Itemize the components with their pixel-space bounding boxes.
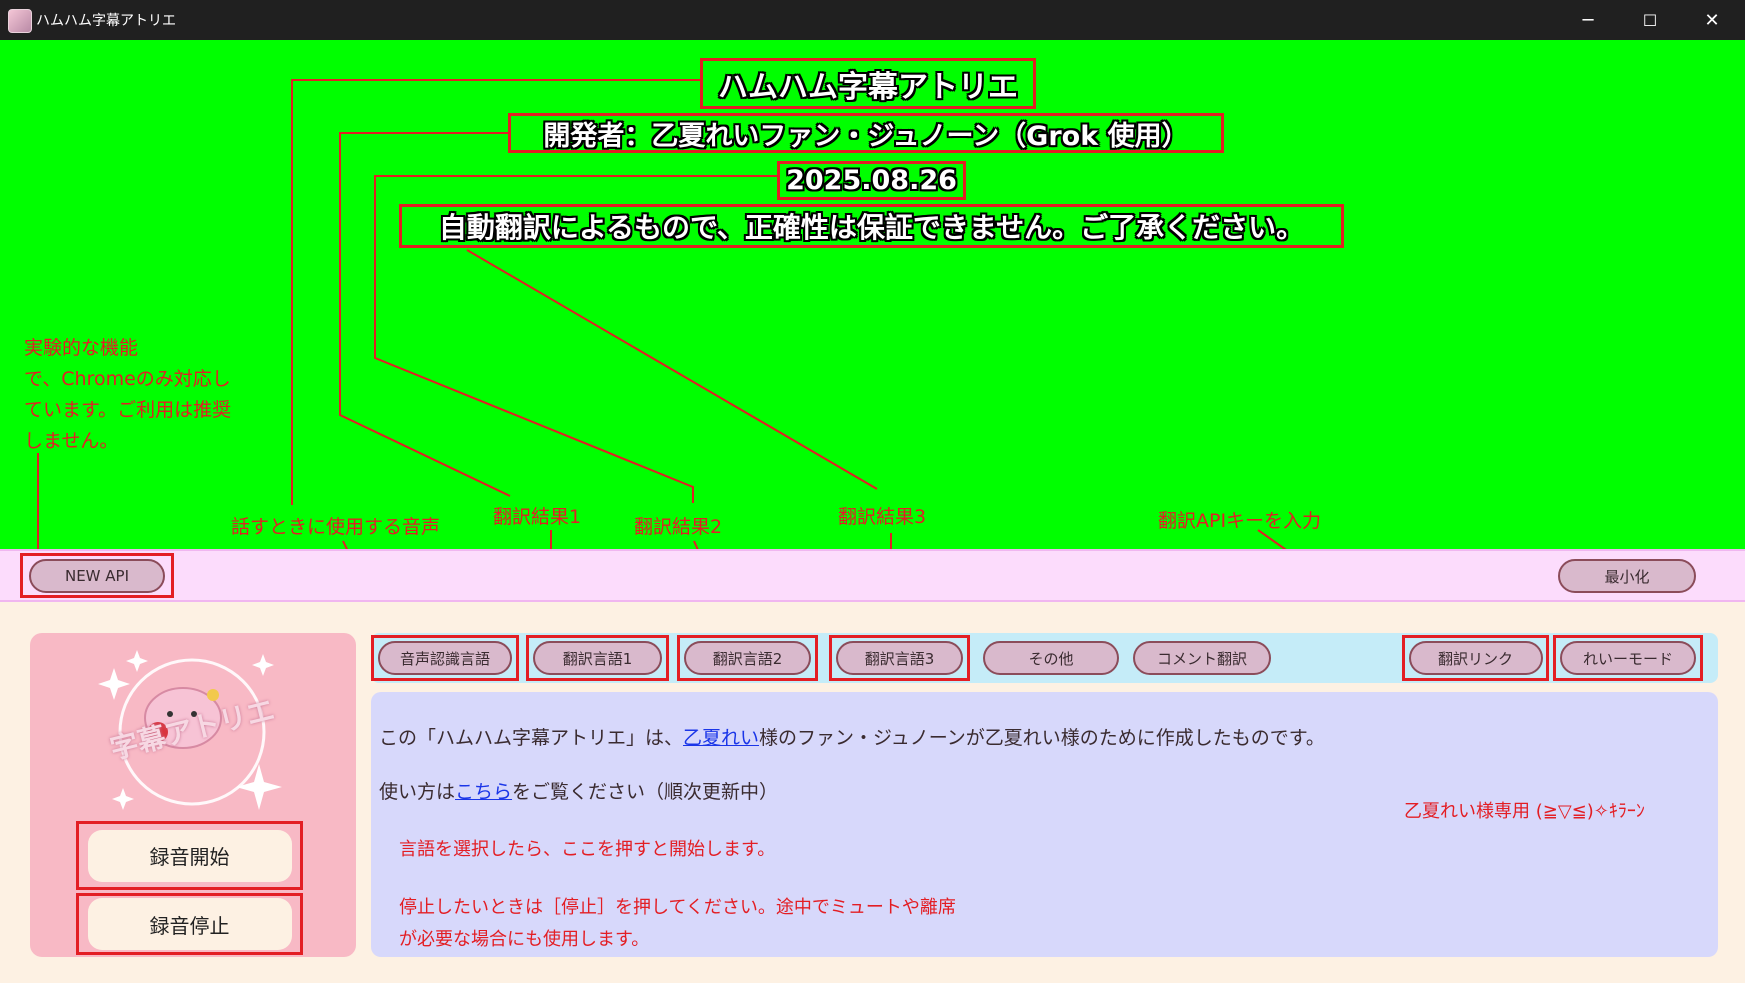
new-api-button[interactable]: NEW API bbox=[29, 558, 165, 593]
tab-highlight: れいーモード bbox=[1553, 635, 1703, 681]
intro-text: この「ハムハム字幕アトリエ」は、乙夏れい様のファン・ジュノーンが乙夏れい様のため… bbox=[379, 723, 1325, 750]
start-hint-note: 言語を選択したら、ここを押すと開始します。 bbox=[399, 839, 776, 860]
overlay-title: ハムハム字幕アトリエ bbox=[718, 69, 1018, 105]
tab-highlight: 翻訳リンク bbox=[1402, 635, 1549, 681]
api-key-note: 翻訳APIキーを入力 bbox=[1158, 510, 1322, 532]
result1-note: 翻訳結果1 bbox=[493, 506, 582, 528]
overlay-date: 2025.08.26 bbox=[786, 165, 957, 196]
stop-highlight: 録音停止 bbox=[76, 893, 303, 955]
tab-highlight: 翻訳言語1 bbox=[526, 635, 669, 681]
minimize-button[interactable]: 最小化 bbox=[1558, 559, 1696, 593]
tab-translation-link[interactable]: 翻訳リンク bbox=[1408, 641, 1543, 675]
top-toolbar bbox=[0, 549, 1745, 602]
new-api-highlight: NEW API bbox=[20, 553, 174, 598]
experimental-note-line: ています。ご利用は推奨 bbox=[24, 399, 232, 421]
result3-note: 翻訳結果3 bbox=[838, 506, 927, 528]
intro-text-part: 様のファン・ジュノーンが乙夏れい様のために作成したものです。 bbox=[759, 727, 1325, 749]
start-highlight: 録音開始 bbox=[76, 821, 303, 890]
tab-translation-language-2[interactable]: 翻訳言語2 bbox=[684, 641, 811, 675]
tab-translation-language-3[interactable]: 翻訳言語3 bbox=[836, 641, 963, 675]
speech-language-note-line: 話すときに使用する音声 bbox=[231, 516, 441, 538]
tab-highlight: 翻訳言語3 bbox=[829, 635, 970, 681]
tab-highlight: 音声認識言語 bbox=[371, 635, 519, 681]
usage-text-part: 使い方は bbox=[379, 781, 456, 803]
overlay-disclaimer-box: 自動翻訳によるもので、正確性は保証できません。ご了承ください。 bbox=[399, 204, 1344, 248]
stop-hint-line: が必要な場合にも使用します。 bbox=[399, 929, 650, 950]
overlay-developer: 開発者：乙夏れいファン・ジュノーン（Grok 使用） bbox=[543, 120, 1189, 152]
stop-hint-line: 停止したいときは［停止］を押してください。途中でミュートや離席 bbox=[399, 897, 956, 918]
experimental-note-line: しません。 bbox=[24, 430, 119, 452]
tab-comment-translation[interactable]: コメント翻訳 bbox=[1133, 641, 1271, 675]
result2-note: 翻訳結果2 bbox=[634, 516, 723, 538]
tab-highlight: 翻訳言語2 bbox=[677, 635, 818, 681]
start-recording-button[interactable]: 録音開始 bbox=[87, 829, 292, 882]
overlay-disclaimer: 自動翻訳によるもので、正確性は保証できません。ご了承ください。 bbox=[438, 211, 1305, 244]
stop-hint-note: 停止したいときは［停止］を押してください。途中でミュートや離席 が必要な場合にも… bbox=[399, 892, 956, 956]
usage-text: 使い方はこちらをご覧ください（順次更新中） bbox=[379, 777, 778, 804]
experimental-note-line: で、Chromeのみ対応し bbox=[24, 368, 231, 390]
rei-mode-note: 乙夏れい様専用 (≧▽≦)✧ｷﾗｰﾝ bbox=[1404, 801, 1645, 822]
overlay-title-box: ハムハム字幕アトリエ bbox=[700, 58, 1036, 109]
stop-recording-button[interactable]: 録音停止 bbox=[87, 898, 292, 950]
tab-other[interactable]: その他 bbox=[983, 641, 1119, 675]
intro-text-part: この「ハムハム字幕アトリエ」は、 bbox=[379, 727, 684, 749]
tab-speech-language[interactable]: 音声認識言語 bbox=[378, 641, 512, 675]
tab-translation-language-1[interactable]: 翻訳言語1 bbox=[533, 641, 662, 675]
overlay-developer-box: 開発者：乙夏れいファン・ジュノーン（Grok 使用） bbox=[508, 113, 1224, 153]
overlay-date-box: 2025.08.26 bbox=[777, 161, 966, 200]
experimental-note: 実験的な機能 で、Chromeのみ対応し ています。ご利用は推奨 しません。 bbox=[24, 333, 231, 457]
tab-rei-mode[interactable]: れいーモード bbox=[1560, 641, 1696, 675]
experimental-note-line: 実験的な機能 bbox=[24, 337, 139, 359]
usage-text-part: をご覧ください（順次更新中） bbox=[512, 781, 779, 803]
usage-guide-link[interactable]: こちら bbox=[455, 781, 512, 803]
rei-link[interactable]: 乙夏れい bbox=[683, 727, 759, 749]
